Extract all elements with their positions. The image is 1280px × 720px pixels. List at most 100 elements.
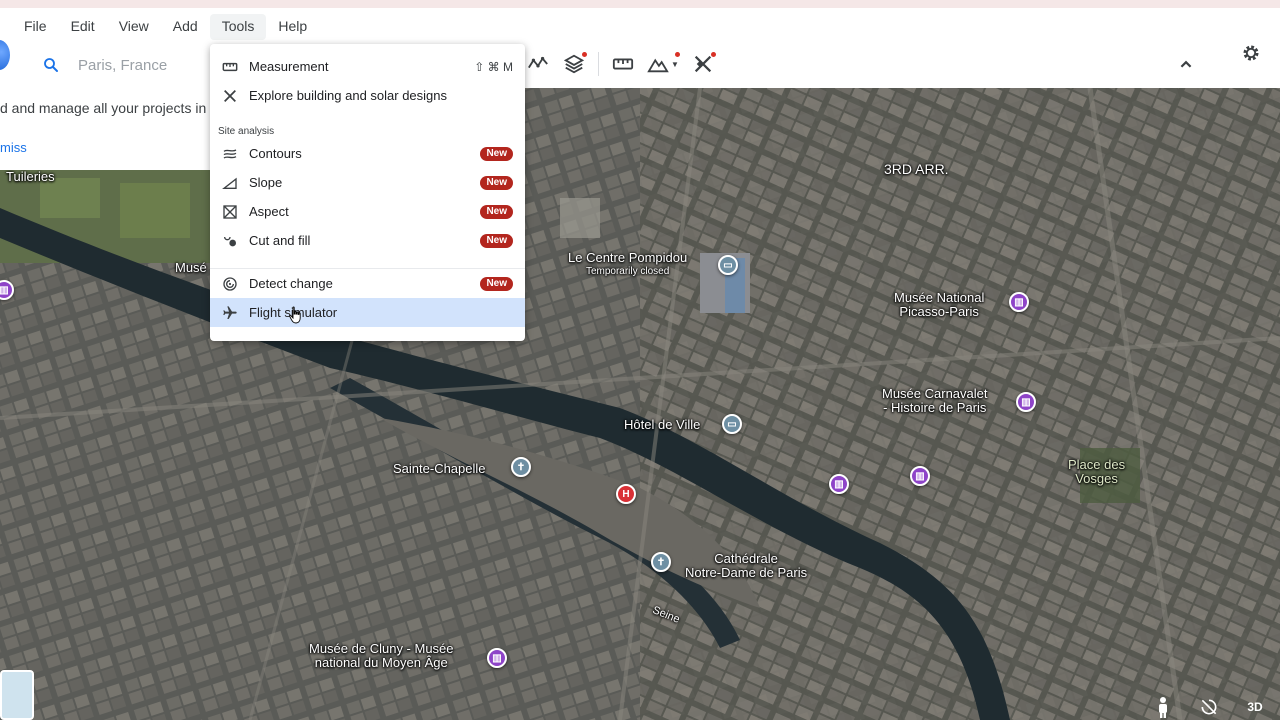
- satellite-map[interactable]: Tuileries Musé 3RD ARR. Le Centre Pompid…: [0, 88, 1280, 720]
- menu-item-explore-designs[interactable]: Explore building and solar designs: [210, 81, 525, 110]
- menu-edit[interactable]: Edit: [59, 14, 107, 40]
- layers-icon: [563, 54, 585, 74]
- terrain-icon: [647, 58, 669, 73]
- vosges-line-1: Place des: [1068, 457, 1126, 472]
- carnavalet-line-1: Musée Carnavalet: [882, 386, 988, 401]
- search-input[interactable]: [78, 56, 208, 74]
- toggle-3d-button[interactable]: 3D: [1240, 694, 1270, 720]
- menu-item-aspect[interactable]: Aspect New: [210, 197, 525, 226]
- explore-label: Explore building and solar designs: [249, 88, 448, 103]
- minimap[interactable]: [0, 670, 34, 720]
- hospital-poi-icon[interactable]: H: [616, 484, 636, 504]
- chevron-up-icon: [1180, 60, 1192, 68]
- path-tool-button[interactable]: [520, 46, 556, 82]
- measurement-label: Measurement: [249, 59, 329, 74]
- vosges-line-2: Vosges: [1075, 471, 1118, 486]
- new-badge: New: [480, 146, 513, 161]
- toolbar-divider: [598, 52, 599, 76]
- ruler-icon: [612, 58, 634, 70]
- top-bar: File Edit View Add Tools Help ▼: [0, 0, 1280, 88]
- carnavalet-museum-icon[interactable]: ▥: [1016, 392, 1036, 412]
- menu-item-detect-change[interactable]: Detect change New: [210, 269, 525, 298]
- menu-item-slope[interactable]: Slope New: [210, 168, 525, 197]
- tools-dropdown-menu: Measurement ⇧ ⌘ M Explore building and s…: [210, 44, 525, 341]
- gear-icon: [1243, 45, 1259, 61]
- label-carnavalet: Musée Carnavalet - Histoire de Paris: [882, 387, 988, 415]
- pompidou-status: Temporarily closed: [585, 266, 670, 277]
- terrain-dropdown-button[interactable]: ▼: [641, 46, 685, 82]
- new-badge: New: [480, 175, 513, 190]
- new-badge: New: [480, 233, 513, 248]
- notre-dame-line-2: Notre-Dame de Paris: [685, 565, 808, 580]
- museum-poi-icon-1[interactable]: ▥: [829, 474, 849, 494]
- reset-rotation-button[interactable]: [1196, 694, 1222, 720]
- cluny-line-2: national du Moyen Âge: [314, 655, 448, 670]
- menu-help[interactable]: Help: [266, 14, 319, 40]
- label-tuileries: Tuileries: [6, 169, 55, 184]
- menu-item-contours[interactable]: Contours New: [210, 139, 525, 168]
- cluny-line-1: Musée de Cluny - Musée: [309, 641, 454, 656]
- hand-cursor-icon: [289, 306, 301, 324]
- design-tools-button[interactable]: [685, 46, 721, 82]
- pompidou-poi-icon[interactable]: ▭: [718, 255, 738, 275]
- path-icon: [528, 56, 548, 69]
- carnavalet-line-2: - Histoire de Paris: [883, 400, 987, 415]
- search-icon[interactable]: [42, 56, 60, 74]
- window-strip: [0, 0, 1280, 8]
- notification-dot: [582, 52, 587, 57]
- compass-icon: [1201, 699, 1217, 715]
- new-badge: New: [480, 204, 513, 219]
- pegman-icon: [1159, 697, 1167, 718]
- toolbar: ▼: [520, 44, 1210, 84]
- label-hotel-de-ville: Hôtel de Ville: [624, 417, 701, 432]
- earth-logo[interactable]: [0, 40, 10, 70]
- search-box[interactable]: [26, 46, 216, 84]
- map-controls: 3D: [1140, 690, 1280, 720]
- slope-label: Slope: [249, 175, 283, 190]
- cut-and-fill-label: Cut and fill: [249, 233, 311, 248]
- projects-panel-text: d and manage all your projects in: [0, 100, 207, 116]
- street-view-button[interactable]: [1152, 694, 1174, 720]
- new-badge: New: [480, 276, 513, 291]
- measurement-shortcut: ⇧ ⌘ M: [474, 59, 513, 74]
- cluny-museum-icon[interactable]: ▥: [487, 648, 507, 668]
- settings-button[interactable]: [1236, 38, 1266, 68]
- picasso-line-1: Musée National: [894, 290, 985, 305]
- menu-view[interactable]: View: [107, 14, 161, 40]
- contours-label: Contours: [249, 146, 302, 161]
- layers-button[interactable]: [556, 46, 592, 82]
- ruler-icon: [222, 59, 238, 75]
- label-picasso: Musée National Picasso-Paris: [894, 291, 984, 319]
- picasso-museum-icon[interactable]: ▥: [1009, 292, 1029, 312]
- projects-info-panel: d and manage all your projects in miss: [0, 88, 212, 170]
- chevron-down-icon: ▼: [671, 59, 679, 69]
- dismiss-link[interactable]: miss: [0, 140, 27, 155]
- airplane-icon: [222, 305, 238, 321]
- detect-change-label: Detect change: [249, 276, 333, 291]
- notre-dame-poi-icon[interactable]: ✝: [651, 552, 671, 572]
- menu-add[interactable]: Add: [161, 14, 210, 40]
- label-pompidou: Le Centre Pompidou Temporarily closed: [568, 251, 687, 279]
- menu-bar: File Edit View Add Tools Help: [0, 14, 319, 40]
- cut-and-fill-icon: [222, 233, 238, 249]
- label-place-des-vosges: Place des Vosges: [1068, 458, 1125, 486]
- site-analysis-heading: Site analysis: [218, 126, 275, 137]
- label-muse: Musé: [175, 260, 207, 275]
- museum-poi-icon-2[interactable]: ▥: [910, 466, 930, 486]
- measure-button[interactable]: [605, 46, 641, 82]
- menu-item-flight-simulator[interactable]: Flight simulator: [210, 298, 525, 327]
- sainte-chapelle-poi-icon[interactable]: ✝: [511, 457, 531, 477]
- design-tools-icon: [222, 88, 238, 104]
- label-cluny: Musée de Cluny - Musée national du Moyen…: [309, 642, 454, 670]
- slope-icon: [222, 175, 238, 191]
- notification-dot: [675, 52, 680, 57]
- collapse-toolbar-button[interactable]: [1168, 46, 1204, 82]
- menu-file[interactable]: File: [0, 14, 59, 40]
- label-3rd-arr: 3RD ARR.: [884, 161, 949, 177]
- hotel-de-ville-poi-icon[interactable]: ▭: [722, 414, 742, 434]
- aspect-label: Aspect: [249, 204, 289, 219]
- menu-item-cut-and-fill[interactable]: Cut and fill New: [210, 226, 525, 255]
- menu-item-measurement[interactable]: Measurement ⇧ ⌘ M: [210, 52, 525, 81]
- label-sainte-chapelle: Sainte-Chapelle: [393, 461, 486, 476]
- menu-tools[interactable]: Tools: [209, 14, 267, 40]
